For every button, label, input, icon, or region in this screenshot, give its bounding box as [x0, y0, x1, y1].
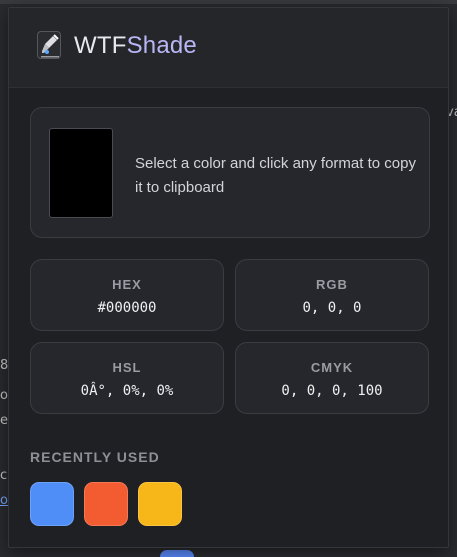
format-card-cmyk[interactable]: CMYK 0, 0, 0, 100: [235, 342, 429, 414]
format-label: RGB: [316, 277, 348, 292]
recently-used-heading: RECENTLY USED: [30, 449, 160, 465]
recent-color-swatch[interactable]: [84, 482, 128, 526]
color-preview-card: Select a color and click any format to c…: [30, 107, 430, 238]
format-label: HSL: [112, 360, 142, 375]
format-card-hex[interactable]: HEX #000000: [30, 259, 224, 331]
preview-instructions: Select a color and click any format to c…: [135, 155, 416, 196]
app-title-part2: Shade: [126, 32, 197, 59]
background-toggle: [160, 550, 194, 557]
format-value: #000000: [97, 300, 157, 316]
app-title-part1: WTF: [74, 32, 127, 59]
background-link-fragment[interactable]: o: [0, 493, 8, 508]
format-card-rgb[interactable]: RGB 0, 0, 0: [235, 259, 429, 331]
background-top-bar: [0, 0, 457, 4]
format-card-hsl[interactable]: HSL 0Â°, 0%, 0%: [30, 342, 224, 414]
format-value: 0, 0, 0, 100: [281, 383, 383, 399]
format-label: HEX: [112, 277, 142, 292]
recent-color-swatch[interactable]: [138, 482, 182, 526]
selected-color-swatch[interactable]: [49, 128, 113, 218]
format-label: CMYK: [310, 360, 354, 375]
format-value: 0Â°, 0%, 0%: [80, 383, 174, 399]
recent-color-swatch[interactable]: [30, 482, 74, 526]
extension-popup: WTFShade Select a color and click any fo…: [8, 7, 449, 548]
background-text-fragment: c: [0, 468, 8, 483]
app-title: WTFShade: [74, 32, 197, 60]
format-value: 0, 0, 0: [302, 300, 362, 316]
popup-header: WTFShade: [9, 8, 448, 88]
eyedropper-logo-icon: [37, 31, 61, 59]
